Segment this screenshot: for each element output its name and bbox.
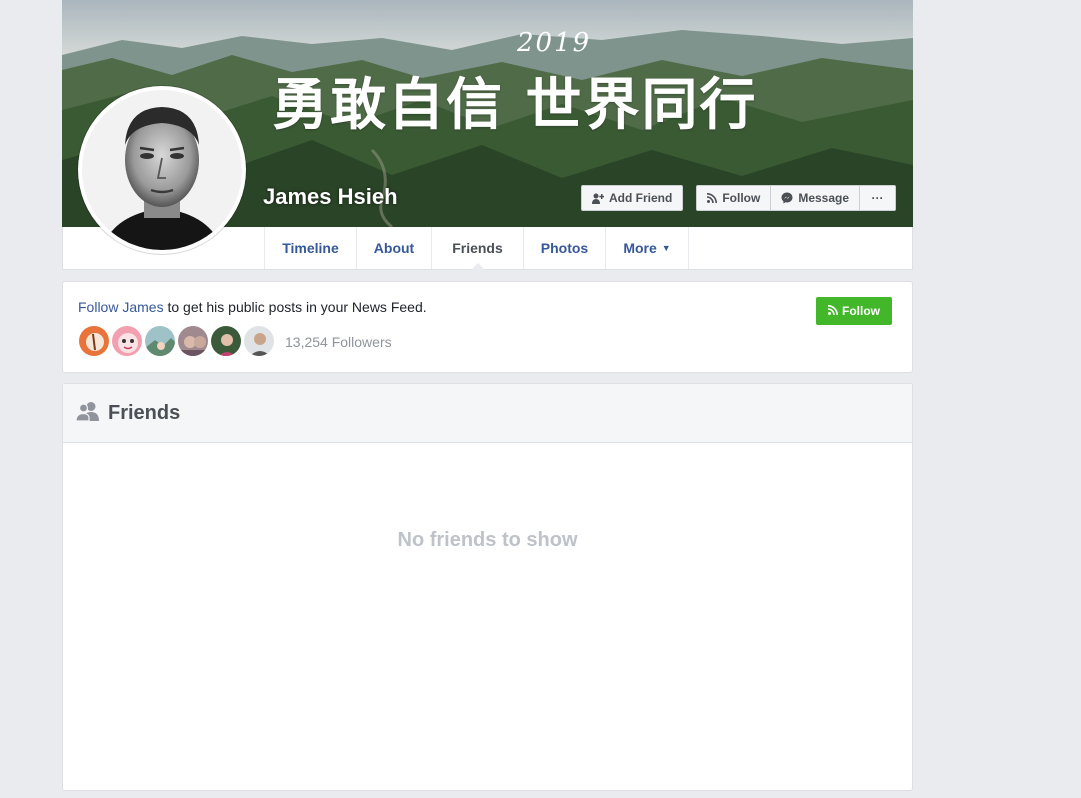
add-friend-label: Add Friend — [609, 191, 673, 205]
chevron-down-icon: ▼ — [661, 243, 671, 253]
follow-label: Follow — [722, 191, 761, 205]
follow-prompt-card: Follow James to get his public posts in … — [62, 281, 913, 373]
follow-green-label: Follow — [842, 304, 880, 318]
follow-prompt-rest: to get his public posts in your News Fee… — [163, 299, 427, 315]
follower-avatars — [78, 325, 276, 357]
profile-action-bar: Add Friend Follow Message ··· — [581, 185, 897, 211]
follow-message-group: Follow Message ··· — [696, 185, 897, 211]
tab-timeline[interactable]: Timeline — [265, 227, 357, 269]
follower-avatar[interactable] — [111, 325, 143, 357]
tab-about[interactable]: About — [357, 227, 432, 269]
follower-avatar[interactable] — [210, 325, 242, 357]
message-label: Message — [798, 191, 850, 205]
rss-icon — [707, 193, 718, 203]
tab-more[interactable]: More ▼ — [606, 227, 689, 269]
rss-icon — [827, 304, 838, 318]
cover-slogan-text: 勇敢自信 世界同行 — [272, 73, 758, 138]
follower-avatar[interactable] — [78, 325, 110, 357]
follower-avatar[interactable] — [243, 325, 275, 357]
follower-avatar[interactable] — [177, 325, 209, 357]
add-friend-icon — [592, 193, 604, 204]
follow-green-button[interactable]: Follow — [816, 297, 892, 325]
more-options-button[interactable]: ··· — [860, 185, 897, 211]
follow-button[interactable]: Follow — [696, 185, 772, 211]
tab-friends[interactable]: Friends — [432, 227, 524, 270]
friends-icon — [75, 401, 100, 426]
friends-section: Friends No friends to show — [62, 383, 913, 791]
follow-prompt-text: Follow James to get his public posts in … — [78, 299, 427, 315]
followers-count[interactable]: 13,254 Followers — [285, 334, 392, 350]
profile-portrait-image — [82, 90, 242, 250]
follower-avatar[interactable] — [144, 325, 176, 357]
more-options-icon: ··· — [871, 191, 884, 205]
follow-james-link[interactable]: Follow James — [78, 299, 164, 315]
tab-more-label: More — [623, 240, 657, 256]
profile-picture[interactable] — [78, 86, 246, 254]
profile-tabs: Timeline About Friends Photos More ▼ — [264, 227, 689, 270]
message-button[interactable]: Message — [771, 185, 861, 211]
profile-name[interactable]: James Hsieh — [263, 184, 398, 210]
tab-photos[interactable]: Photos — [524, 227, 606, 269]
no-friends-message: No friends to show — [397, 529, 578, 551]
cover-year-text: 2019 — [517, 28, 592, 58]
friends-title[interactable]: Friends — [108, 402, 180, 425]
friends-header: Friends — [63, 384, 912, 443]
add-friend-button[interactable]: Add Friend — [581, 185, 684, 211]
messenger-icon — [781, 192, 793, 204]
